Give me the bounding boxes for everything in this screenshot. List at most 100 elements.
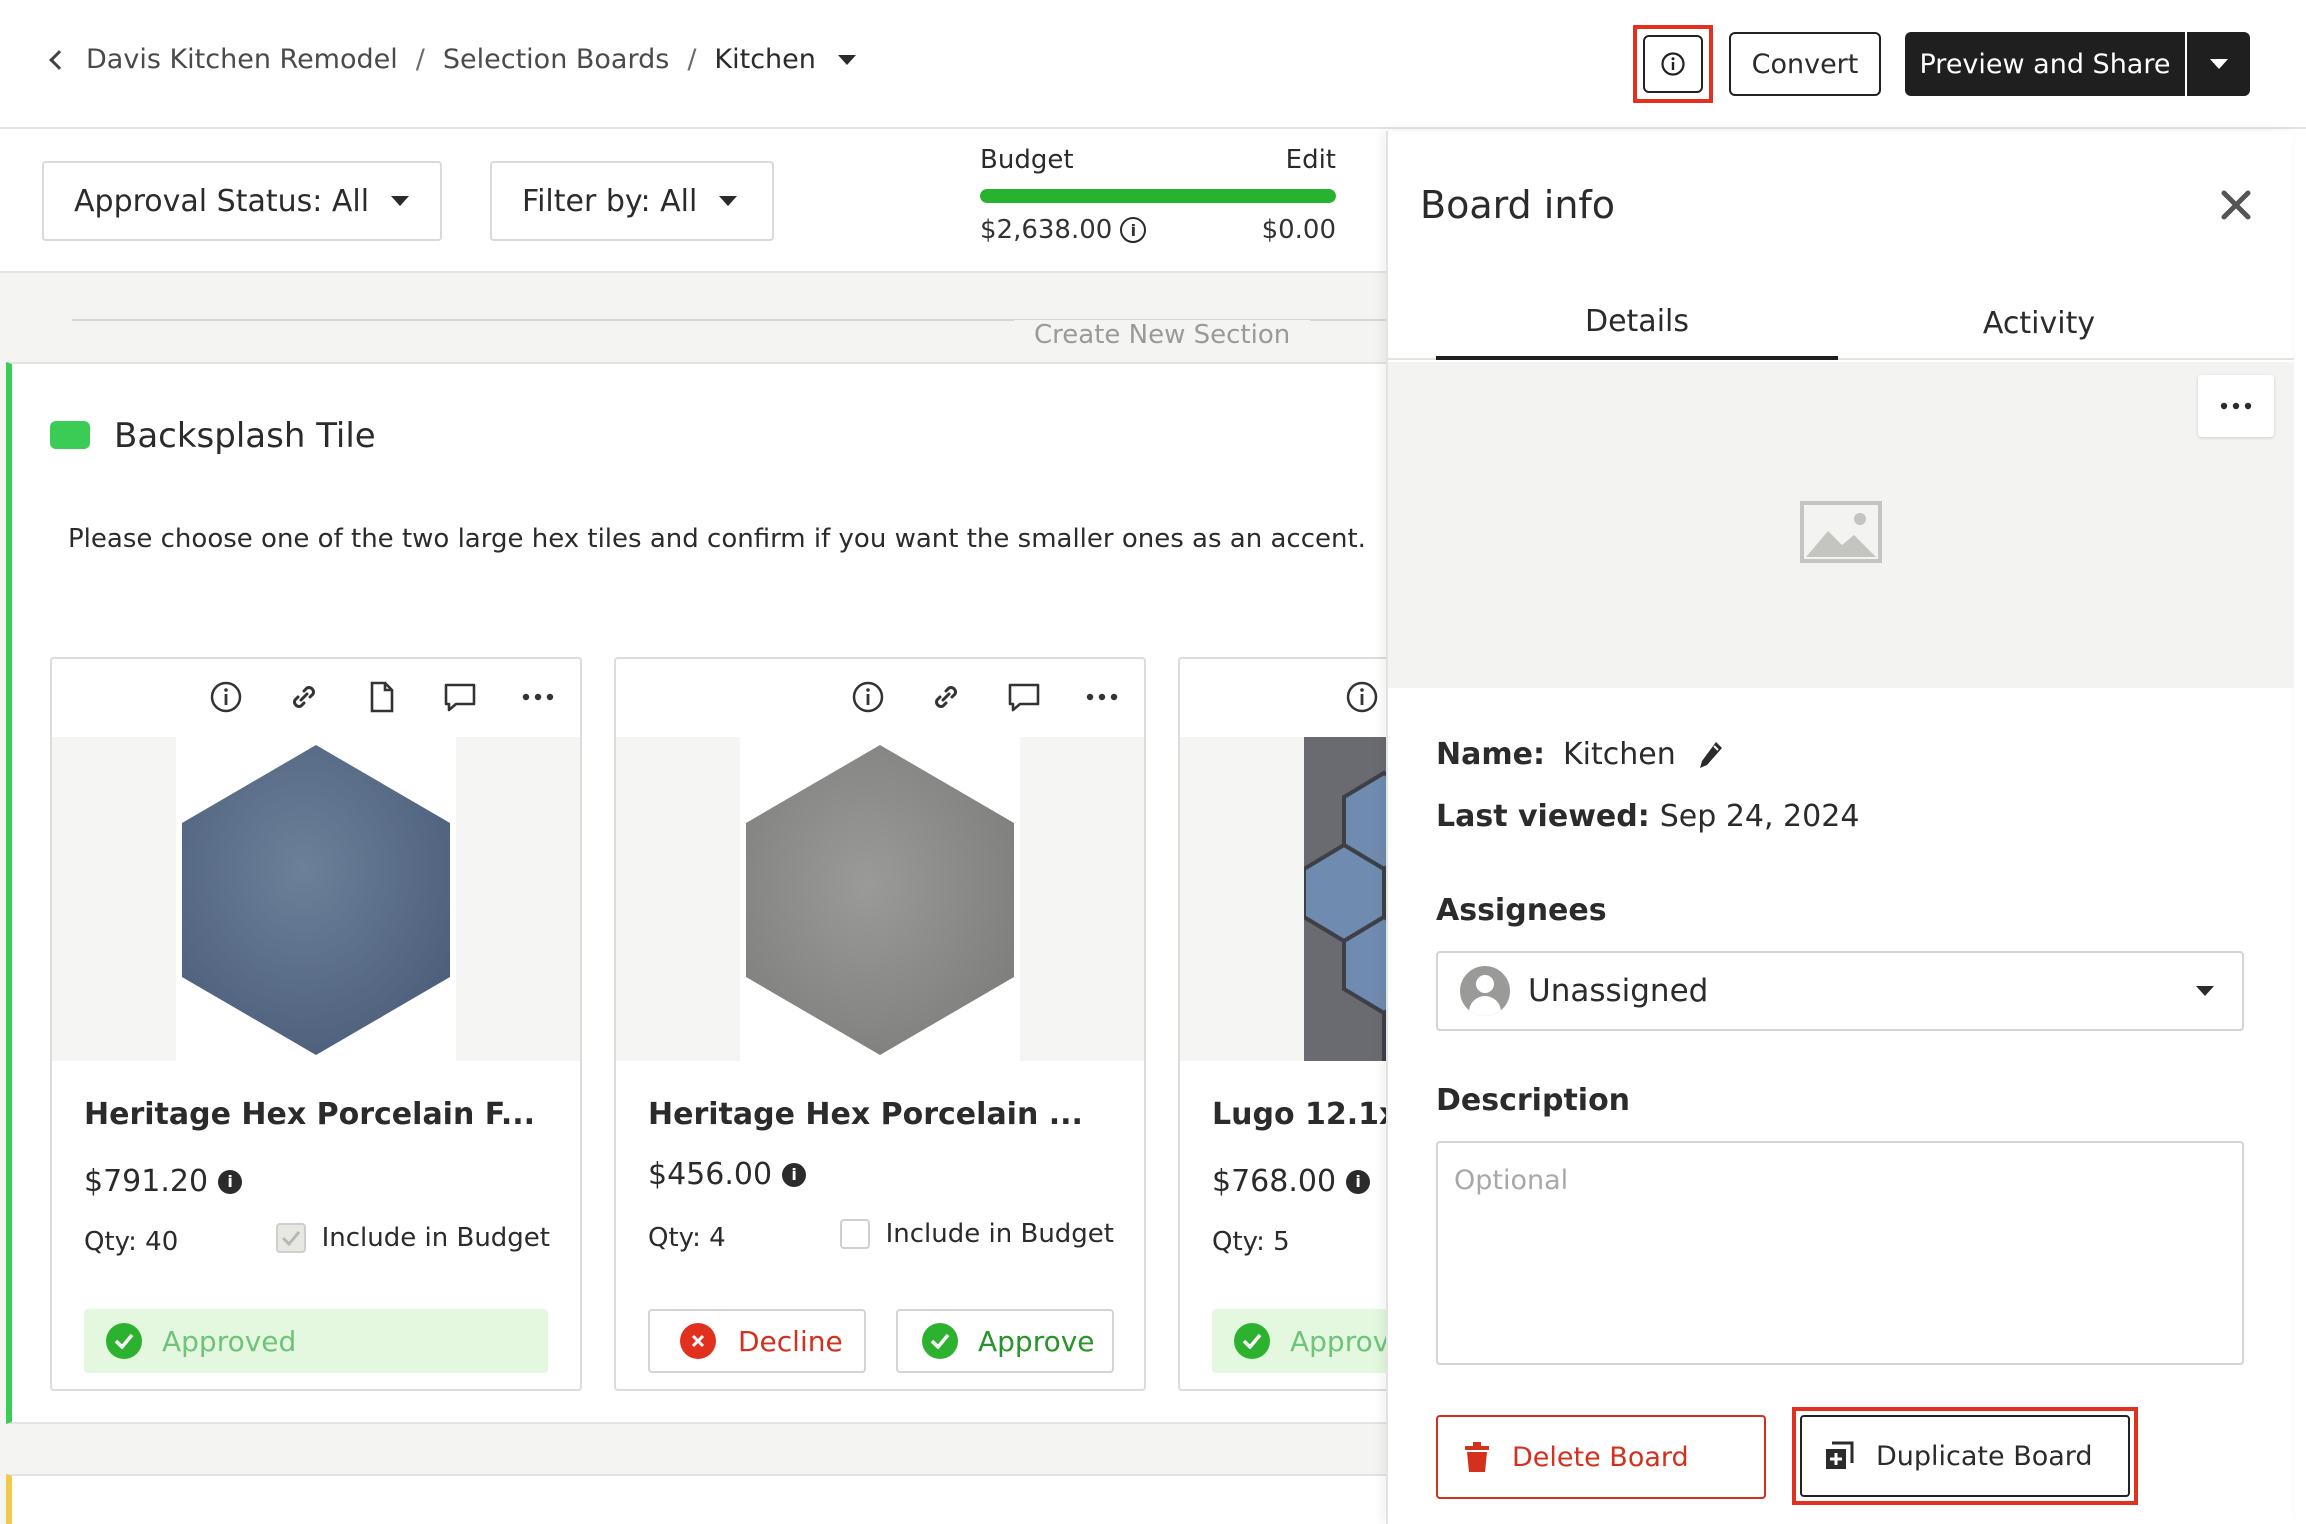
decline-button[interactable]: Decline [648, 1309, 866, 1373]
product-quantity: Qty: 40 [84, 1227, 179, 1257]
section-backsplash-tile: Backsplash Tile Please choose one of the… [6, 362, 1710, 1424]
breadcrumb-item-selection-boards[interactable]: Selection Boards [443, 44, 669, 75]
budget-label: Budget [980, 145, 1074, 175]
include-in-budget-checkbox[interactable] [839, 1219, 870, 1249]
breadcrumb-item-project[interactable]: Davis Kitchen Remodel [86, 44, 398, 75]
document-icon[interactable] [360, 675, 404, 719]
delete-board-button[interactable]: Delete Board [1436, 1415, 1766, 1499]
check-circle-icon [1234, 1323, 1270, 1359]
check-circle-icon [106, 1323, 142, 1359]
section-description: Please choose one of the two large hex t… [68, 524, 1366, 554]
info-icon[interactable] [204, 675, 248, 719]
more-options-icon[interactable] [516, 675, 560, 719]
approve-button[interactable]: Approve [896, 1309, 1114, 1373]
product-quantity: Qty: 5 [1212, 1227, 1290, 1257]
create-new-section-button[interactable]: Create New Section [1014, 320, 1311, 350]
info-icon[interactable]: i [1120, 217, 1147, 243]
section-color-swatch[interactable] [50, 421, 90, 449]
filter-by-label: Filter by: All [522, 183, 698, 219]
top-bar: Davis Kitchen Remodel / Selection Boards… [0, 0, 2306, 129]
product-card[interactable]: Heritage Hex Porcelain ... $456.00 i Qty… [614, 657, 1146, 1391]
description-label: Description [1436, 1083, 1631, 1118]
name-label: Name: [1436, 737, 1545, 772]
price-value: $456.00 [648, 1157, 773, 1192]
link-icon[interactable] [924, 675, 968, 719]
more-options-icon [2220, 402, 2252, 410]
breadcrumb-separator: / [687, 44, 697, 75]
budget-edit-link[interactable]: Edit [1286, 145, 1336, 175]
check-circle-icon [922, 1323, 958, 1359]
filter-by-dropdown[interactable]: Filter by: All [490, 161, 774, 241]
more-options-icon[interactable] [1080, 675, 1124, 719]
more-options-button[interactable] [2198, 375, 2274, 437]
user-avatar-icon [1460, 966, 1510, 1016]
assignee-value: Unassigned [1528, 973, 1709, 1009]
duplicate-icon [1826, 1441, 1854, 1469]
edit-pencil-icon[interactable] [1698, 740, 1724, 770]
product-price: $791.20 i [84, 1164, 243, 1199]
budget-widget: Budget Edit $2,638.00 i $0.00 [980, 145, 1336, 245]
comment-icon[interactable] [1002, 675, 1046, 719]
description-field[interactable] [1436, 1141, 2244, 1365]
product-name[interactable]: Heritage Hex Porcelain ... [648, 1097, 1083, 1132]
info-icon[interactable]: i [782, 1162, 807, 1187]
budget-progress-bar [980, 189, 1336, 203]
card-toolbar [1340, 675, 1384, 719]
chevron-down-icon [719, 196, 738, 206]
convert-button[interactable]: Convert [1729, 32, 1881, 96]
tab-details[interactable]: Details [1436, 286, 1838, 360]
duplicate-board-button[interactable]: Duplicate Board [1800, 1415, 2130, 1497]
product-price: $456.00 i [648, 1157, 807, 1192]
card-toolbar [204, 675, 560, 719]
comment-icon[interactable] [438, 675, 482, 719]
budget-spent: $2,638.00 [980, 215, 1113, 245]
preview-and-share-button[interactable]: Preview and Share [1905, 32, 2185, 96]
product-image[interactable] [616, 737, 1144, 1061]
price-value: $791.20 [84, 1164, 209, 1199]
info-icon[interactable]: i [218, 1169, 243, 1194]
include-in-budget-label: Include in Budget [885, 1219, 1114, 1249]
include-in-budget-checkbox[interactable] [275, 1223, 306, 1253]
chevron-left-icon[interactable] [49, 49, 69, 70]
assignees-label: Assignees [1436, 893, 1607, 928]
product-quantity: Qty: 4 [648, 1223, 726, 1253]
info-icon[interactable]: i [1346, 1169, 1371, 1194]
include-in-budget-label: Include in Budget [321, 1223, 550, 1253]
chevron-down-icon [391, 196, 410, 206]
hex-tile-image [182, 745, 450, 1055]
product-name[interactable]: Heritage Hex Porcelain F... [84, 1097, 535, 1132]
panel-tabs: Details Activity [1388, 286, 2294, 360]
trash-icon [1465, 1442, 1489, 1472]
tab-activity[interactable]: Activity [1838, 286, 2240, 360]
breadcrumb-item-current: Kitchen [714, 44, 816, 75]
include-in-budget-toggle[interactable]: Include in Budget [839, 1219, 1114, 1249]
section-title: Backsplash Tile [114, 416, 376, 456]
approve-label: Approve [978, 1324, 1095, 1358]
delete-board-label: Delete Board [1512, 1441, 1689, 1473]
board-name-row: Name: Kitchen [1436, 737, 1724, 772]
board-info-panel: Board info Details Activity Name: Kitche… [1386, 131, 2294, 1524]
budget-progress-fill [980, 189, 1336, 203]
preview-share-dropdown-button[interactable] [2187, 32, 2250, 96]
duplicate-board-label: Duplicate Board [1876, 1440, 2093, 1472]
price-value: $768.00 [1212, 1164, 1337, 1199]
budget-remaining: $0.00 [1261, 215, 1336, 245]
link-icon[interactable] [282, 675, 326, 719]
product-card[interactable]: Heritage Hex Porcelain F... $791.20 i Qt… [50, 657, 582, 1391]
approval-status-dropdown[interactable]: Approval Status: All [42, 161, 442, 241]
filter-bar: Approval Status: All Filter by: All Budg… [0, 131, 1386, 273]
include-in-budget-toggle[interactable]: Include in Budget [275, 1223, 550, 1253]
board-info-button[interactable] [1643, 35, 1703, 93]
board-switcher-caret-icon[interactable] [837, 54, 856, 65]
breadcrumb: Davis Kitchen Remodel / Selection Boards… [49, 44, 856, 75]
last-viewed-value: Sep 24, 2024 [1659, 799, 1860, 834]
info-icon[interactable] [1340, 675, 1384, 719]
product-image[interactable] [52, 737, 580, 1061]
card-toolbar [846, 675, 1124, 719]
info-icon [1661, 52, 1685, 76]
close-icon[interactable] [2214, 183, 2258, 227]
board-name-value: Kitchen [1562, 737, 1676, 772]
chevron-down-icon [2196, 986, 2214, 996]
assignee-dropdown[interactable]: Unassigned [1436, 951, 2244, 1031]
info-icon[interactable] [846, 675, 890, 719]
